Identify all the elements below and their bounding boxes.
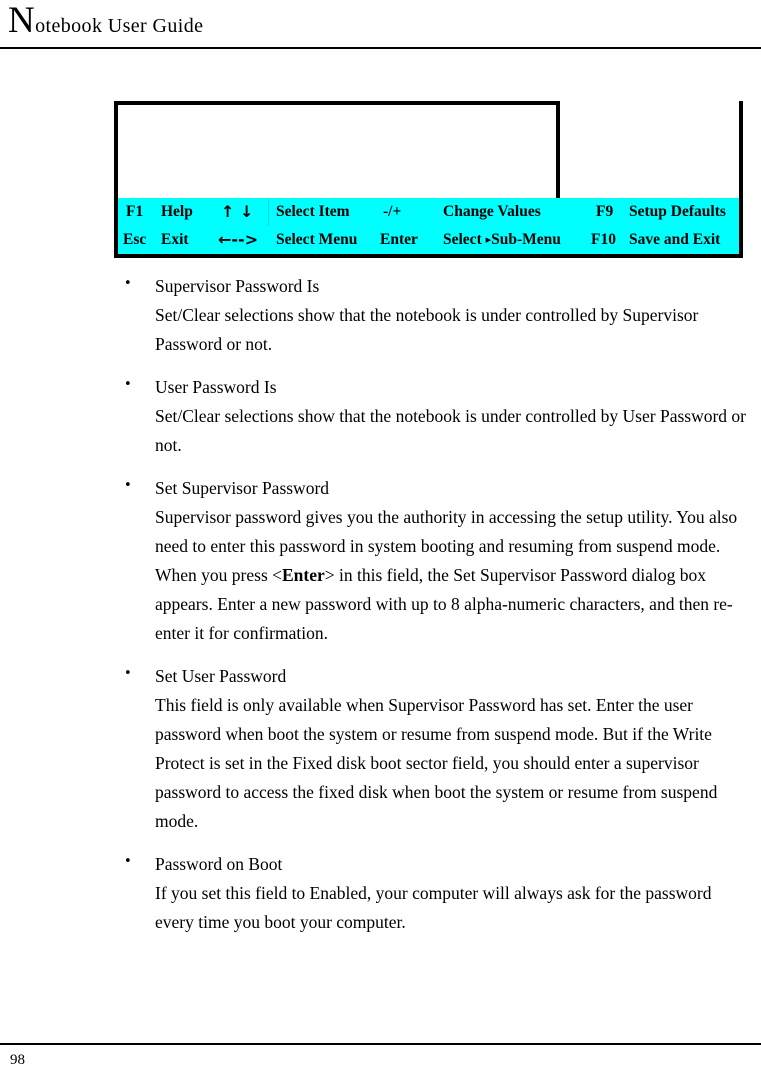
list-item: • Set Supervisor Password Supervisor pas… <box>0 474 761 648</box>
keybar-key-up-down-arrows: ↑ ↓ <box>221 202 254 221</box>
list-item-body: Set/Clear selections show that the noteb… <box>155 406 747 455</box>
keybar-action-exit: Exit <box>161 231 189 248</box>
keybar-key-enter: Enter <box>380 231 418 248</box>
list-item-body: If you set this field to Enabled, your c… <box>155 883 712 932</box>
keybar-key-f10: F10 <box>591 231 616 248</box>
title-dropcap: N <box>8 0 36 41</box>
list-item-body: Supervisor password gives you the author… <box>155 503 751 648</box>
bullet-icon: • <box>124 854 132 869</box>
bios-setup-screenshot-figure: F1 Help ↑ ↓ Select Item -/+ Change Value… <box>114 101 743 258</box>
body-content: • Supervisor Password Is Set/Clear selec… <box>0 272 761 951</box>
bios-item-help-panel <box>560 101 739 198</box>
page-header: Notebook User Guide <box>0 0 761 50</box>
bios-main-panel <box>118 105 556 198</box>
bios-panel-top-border <box>114 101 560 105</box>
list-item-body: Set/Clear selections show that the noteb… <box>155 305 699 354</box>
sub-menu-label-pre: Select <box>443 231 482 248</box>
keybar-key-f9: F9 <box>596 203 614 220</box>
enter-key-emphasis: Enter <box>282 565 325 585</box>
keybar-action-select-item: Select Item <box>276 203 350 220</box>
page-title: Notebook User Guide <box>8 2 203 39</box>
bios-panel-vertical-divider <box>556 101 560 198</box>
keybar-action-select-menu: Select Menu <box>276 231 358 248</box>
page-number: 98 <box>10 1052 25 1068</box>
bullet-icon: • <box>124 276 132 291</box>
bullet-icon: • <box>124 478 132 493</box>
keybar-action-select-sub-menu: Select ▸Sub-Menu <box>443 226 561 254</box>
list-item-title: Password on Boot <box>155 854 283 874</box>
keybar-action-setup-defaults: Setup Defaults <box>629 203 726 220</box>
keybar-row-2: Esc Exit ←--> Select Menu Enter Select ▸… <box>118 226 739 254</box>
bullet-icon: • <box>124 377 132 392</box>
list-item-title: Set Supervisor Password <box>155 478 330 498</box>
bios-key-legend-bar: F1 Help ↑ ↓ Select Item -/+ Change Value… <box>118 198 739 254</box>
bullet-icon: • <box>124 666 132 681</box>
keybar-key-minus-plus: -/+ <box>383 203 402 220</box>
list-item-title: Set User Password <box>155 666 287 686</box>
keybar-key-esc: Esc <box>123 231 147 248</box>
list-item-title: Supervisor Password Is <box>155 276 320 296</box>
keybar-row-1: F1 Help ↑ ↓ Select Item -/+ Change Value… <box>118 198 739 226</box>
keybar-action-save-and-exit: Save and Exit <box>629 231 721 248</box>
list-item: • Set User Password This field is only a… <box>0 662 761 836</box>
sub-menu-label-post: Sub-Menu <box>491 231 561 248</box>
keybar-action-help: Help <box>161 203 193 220</box>
header-divider <box>0 47 761 49</box>
bios-outer-right-border <box>739 101 743 258</box>
list-item: • Password on Boot If you set this field… <box>0 850 761 937</box>
keybar-action-change-values: Change Values <box>443 203 541 220</box>
list-item-body: This field is only available when Superv… <box>155 695 718 831</box>
keybar-key-left-right-arrows: ←--> <box>218 230 259 249</box>
list-item: • User Password Is Set/Clear selections … <box>0 373 761 460</box>
list-item: • Supervisor Password Is Set/Clear selec… <box>0 272 761 359</box>
footer-divider <box>0 1043 761 1045</box>
keybar-key-f1: F1 <box>126 203 144 220</box>
bios-outer-bottom-border <box>114 254 743 258</box>
list-item-title: User Password Is <box>155 377 277 397</box>
title-rest: otebook User Guide <box>35 15 204 37</box>
